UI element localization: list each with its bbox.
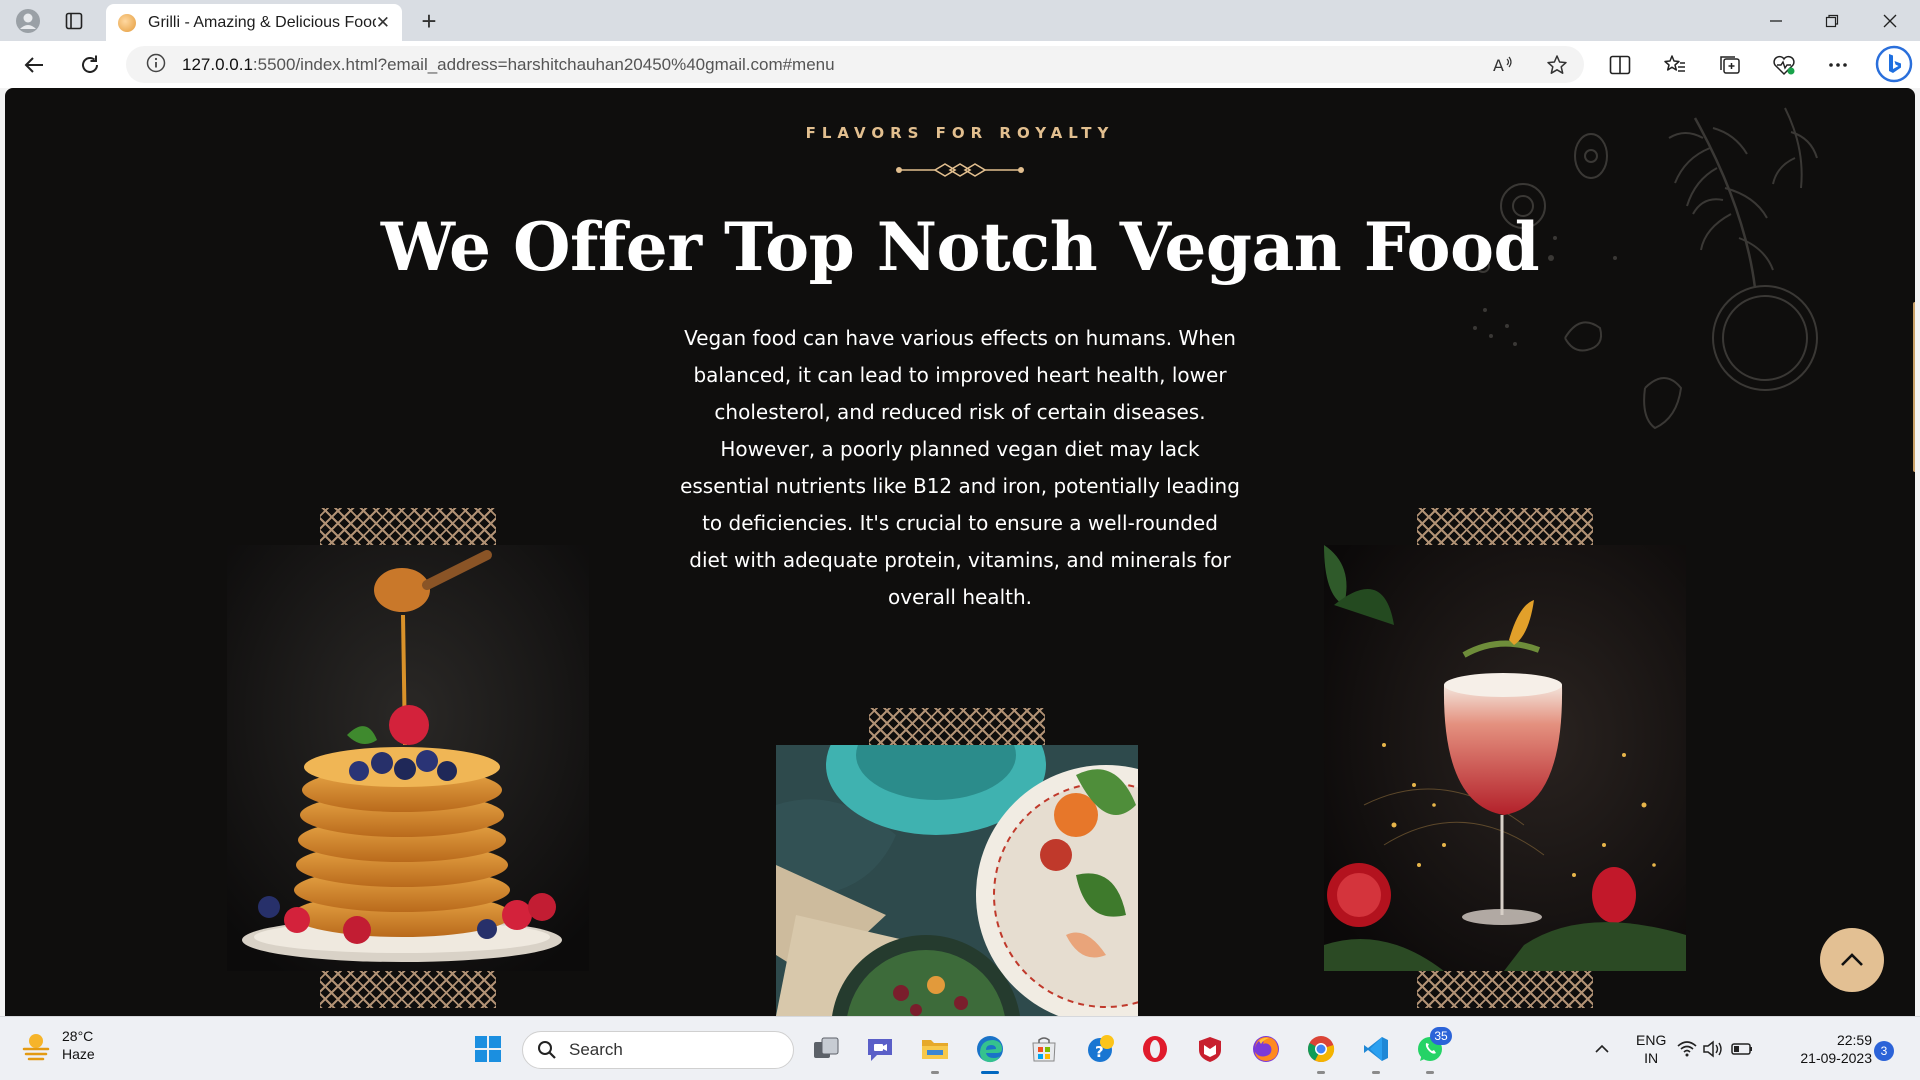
url-text[interactable]: 127.0.0.1:5500/index.html?email_address=… [182, 55, 835, 75]
chevron-up-icon [1841, 953, 1863, 966]
page-viewport: FLAVORS FOR ROYALTY We Offer Top Notch V… [5, 88, 1915, 1016]
more-menu-icon[interactable] [1820, 47, 1856, 83]
ornament-separator [896, 163, 1024, 177]
active-app-indicator [981, 1071, 999, 1074]
weather-description: Haze [62, 1046, 95, 1062]
read-aloud-icon[interactable]: A [1490, 52, 1516, 78]
browser-tab-strip: Grilli - Amazing & Delicious Food ✕ + [0, 0, 1920, 41]
chrome-icon[interactable] [1301, 1029, 1341, 1069]
tab-actions-icon[interactable] [54, 5, 94, 37]
refresh-icon[interactable] [72, 47, 108, 83]
windows-start-icon[interactable] [468, 1029, 508, 1069]
tab-active[interactable]: Grilli - Amazing & Delicious Food ✕ [106, 4, 402, 41]
restore-icon[interactable] [1804, 0, 1860, 41]
page-scrollbar-thumb[interactable] [1913, 302, 1915, 472]
cocktail-image [1324, 545, 1686, 971]
weather-temperature: 28°C [62, 1028, 94, 1044]
viewport-frame-right [1915, 88, 1920, 1016]
teams-chat-icon[interactable] [860, 1029, 900, 1069]
site-info-icon[interactable] [146, 53, 166, 77]
language-code: ENG [1636, 1032, 1667, 1048]
section-description: Vegan food can have various effects on h… [680, 326, 1240, 609]
browser-toolbar: 127.0.0.1:5500/index.html?email_address=… [0, 41, 1920, 88]
back-arrow-icon[interactable] [16, 47, 52, 83]
get-help-icon[interactable]: ? [1080, 1029, 1120, 1069]
collections-icon[interactable] [1712, 47, 1748, 83]
volume-icon [1703, 1040, 1722, 1058]
tab-title: Grilli - Amazing & Delicious Food [148, 13, 376, 31]
running-indicator [931, 1071, 939, 1074]
windows-taskbar: 28°C Haze Search ? 35 ENG IN 22:59 21-09… [0, 1016, 1920, 1080]
clock[interactable]: 22:59 21-09-2023 [1782, 1031, 1872, 1067]
firefox-icon[interactable] [1246, 1029, 1286, 1069]
svg-text:A: A [1493, 56, 1504, 75]
running-indicator [1317, 1071, 1325, 1074]
opera-browser-icon[interactable] [1135, 1029, 1175, 1069]
input-language-indicator[interactable]: ENG IN [1636, 1031, 1666, 1067]
section-subtitle: FLAVORS FOR ROYALTY [805, 124, 1115, 142]
card-pattern-top [320, 508, 496, 545]
clock-date: 21-09-2023 [1800, 1050, 1872, 1066]
running-indicator [1372, 1071, 1380, 1074]
whatsapp-unread-badge: 35 [1430, 1027, 1452, 1045]
haze-sun-icon [22, 1034, 50, 1061]
back-to-top-button[interactable] [1820, 928, 1884, 992]
browser-essentials-icon[interactable] [1766, 47, 1802, 83]
new-tab-button[interactable]: + [412, 6, 446, 36]
microsoft-store-icon[interactable] [1024, 1029, 1064, 1069]
url-path: :5500/index.html?email_address=harshitch… [252, 54, 835, 74]
clock-time: 22:59 [1836, 1032, 1872, 1048]
svg-text:?: ? [1095, 1043, 1104, 1061]
wifi-icon [1677, 1041, 1697, 1057]
url-host: 127.0.0.1 [182, 54, 253, 74]
edge-browser-icon[interactable] [970, 1029, 1010, 1069]
search-label: Search [569, 1040, 623, 1059]
card-pattern-top [869, 708, 1045, 745]
file-explorer-icon[interactable] [915, 1029, 955, 1069]
region-code: IN [1644, 1050, 1659, 1066]
weather-widget[interactable]: 28°C Haze [20, 1027, 95, 1063]
section-heading: We Offer Top Notch Vegan Food [380, 208, 1540, 286]
close-window-icon[interactable] [1862, 0, 1918, 41]
show-hidden-icons-chevron-icon[interactable] [1582, 1029, 1622, 1069]
site-favicon-icon [118, 13, 136, 32]
minimize-icon[interactable] [1748, 0, 1804, 41]
pancakes-image [227, 545, 589, 971]
favorite-star-icon[interactable] [1544, 52, 1570, 78]
salad-image [776, 745, 1138, 1016]
task-view-icon[interactable] [806, 1029, 846, 1069]
card-pattern-top [1417, 508, 1593, 545]
favorites-icon[interactable] [1657, 47, 1693, 83]
mcafee-icon[interactable] [1190, 1029, 1230, 1069]
tab-close-icon[interactable]: ✕ [376, 13, 390, 33]
address-bar[interactable]: 127.0.0.1:5500/index.html?email_address=… [126, 46, 1584, 83]
card-pattern-bottom [1417, 971, 1593, 1008]
running-indicator [1426, 1071, 1434, 1074]
search-icon [538, 1041, 556, 1059]
notification-count-badge[interactable]: 3 [1874, 1041, 1894, 1061]
card-pattern-bottom [320, 971, 496, 1008]
system-tray-status[interactable] [1676, 1029, 1756, 1069]
taskbar-search-box[interactable]: Search [522, 1031, 794, 1069]
split-screen-icon[interactable] [1602, 47, 1638, 83]
profile-icon[interactable] [8, 5, 48, 37]
bing-copilot-icon[interactable] [1874, 44, 1914, 84]
battery-icon [1731, 1043, 1752, 1055]
vscode-icon[interactable] [1356, 1029, 1396, 1069]
